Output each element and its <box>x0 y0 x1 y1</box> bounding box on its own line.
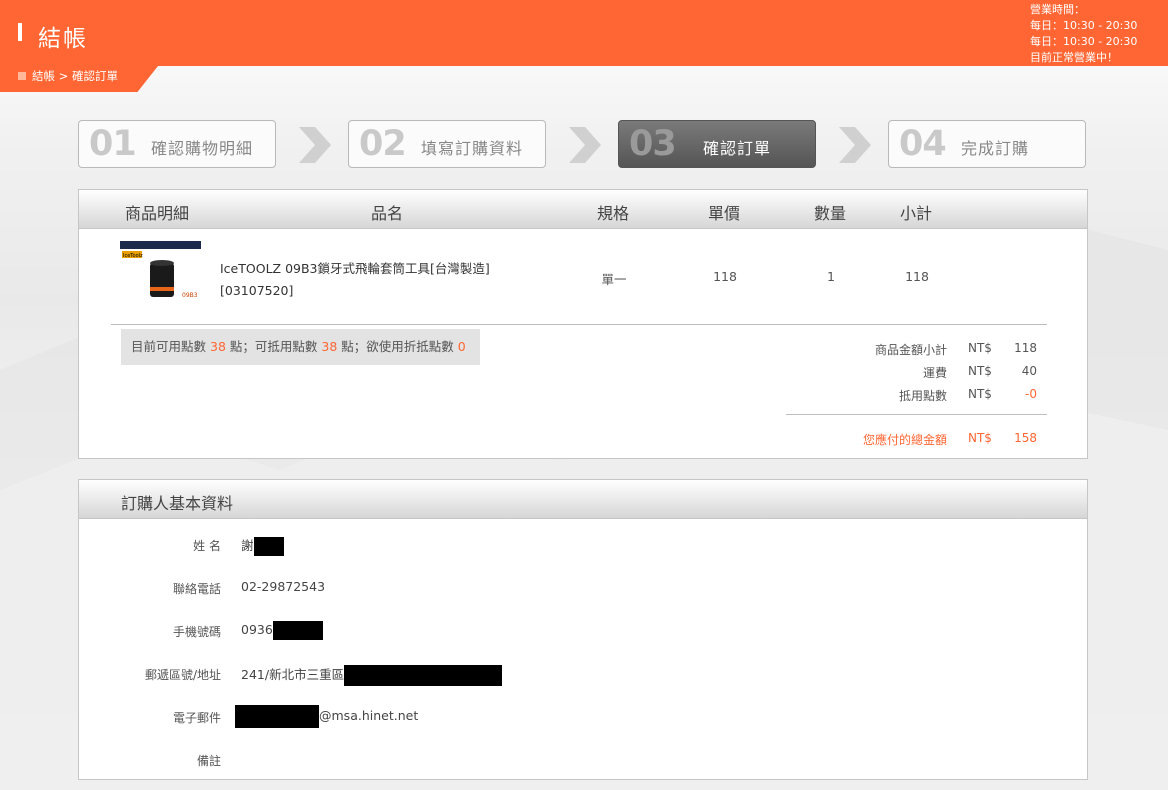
points-info: 目前可用點數 38 點；可抵用點數 38 點；欲使用折抵點數 0 <box>121 329 480 365</box>
product-name[interactable]: IceTOOLZ 09B3鎖牙式飛輪套筒工具[台灣製造] [03107520] <box>220 258 490 302</box>
currency: NT$ <box>968 431 992 445</box>
buyer-info-title: 訂購人基本資料 <box>121 494 234 513</box>
points-text: 目前可用點數 <box>131 339 207 354</box>
total-value: 158 <box>1014 431 1037 445</box>
shipping-value: 40 <box>1021 364 1037 378</box>
col-header-qty: 數量 <box>814 204 847 223</box>
mobile-value: 0936 <box>241 621 323 640</box>
product-image[interactable]: IceToolz 09B3 <box>120 241 201 308</box>
title-marker <box>18 23 22 41</box>
chevron-right-icon <box>839 127 871 163</box>
currency: NT$ <box>968 364 992 378</box>
product-price: 118 <box>713 269 737 284</box>
name-value: 謝 <box>241 535 284 556</box>
redacted-block <box>235 705 319 728</box>
col-header-price: 單價 <box>708 204 741 223</box>
note-label: 備註 <box>196 754 221 768</box>
currency: NT$ <box>968 387 992 401</box>
row-divider <box>111 324 1047 325</box>
step-label: 填寫訂購資料 <box>421 139 524 158</box>
product-quantity: 1 <box>827 269 835 284</box>
order-table-header: 商品明細 品名 規格 單價 數量 小計 <box>79 190 1087 229</box>
address-value: 241/新北市三重區 <box>241 664 503 686</box>
step-2: 02 填寫訂購資料 <box>348 120 546 168</box>
points-discount-value: -0 <box>1025 387 1037 401</box>
col-header-name: 品名 <box>371 204 404 223</box>
name-text: 謝 <box>241 538 254 553</box>
business-hours: 營業時間： 每日：10:30 - 20:30 每日：10:30 - 20:30 … <box>1030 2 1137 66</box>
used-points: 0 <box>457 339 466 354</box>
chevron-right-icon <box>299 127 331 163</box>
mobile-label: 手機號碼 <box>172 625 221 639</box>
shipping-label: 運費 <box>922 366 947 380</box>
address-text: 241/新北市三重區 <box>241 667 345 682</box>
hours-line: 每日：10:30 - 20:30 <box>1030 19 1138 32</box>
col-header-detail: 商品明細 <box>125 204 190 223</box>
product-title[interactable]: IceTOOLZ 09B3鎖牙式飛輪套筒工具[台灣製造] <box>220 258 490 280</box>
step-1: 01 確認購物明細 <box>78 120 276 168</box>
step-label: 確認購物明細 <box>151 139 254 158</box>
page-header: 結帳 <box>0 0 1168 66</box>
step-number: 01 <box>89 124 137 164</box>
available-points: 38 <box>210 339 226 354</box>
hours-line: 每日：10:30 - 20:30 <box>1030 35 1138 48</box>
hours-status: 目前正常營業中！ <box>1030 51 1118 64</box>
hours-label: 營業時間： <box>1030 3 1085 16</box>
buyer-info-panel: 訂購人基本資料 姓 名 謝 聯絡電話 02-29872543 手機號碼 0936… <box>78 479 1088 780</box>
step-number: 04 <box>899 124 947 164</box>
product-brand-text: IceToolz <box>123 253 143 259</box>
redeemable-points: 38 <box>321 339 338 354</box>
email-label: 電子郵件 <box>172 711 221 725</box>
product-code: [03107520] <box>220 283 294 298</box>
chevron-right-icon <box>569 127 601 163</box>
product-spec: 單一 <box>601 272 627 287</box>
redacted-block <box>253 537 284 556</box>
product-subtotal: 118 <box>905 269 929 284</box>
buyer-info-header: 訂購人基本資料 <box>79 480 1087 519</box>
step-number: 02 <box>359 124 407 164</box>
product-code-text: 09B3 <box>182 292 198 299</box>
summary-divider <box>786 414 1047 415</box>
name-label: 姓 名 <box>193 539 221 553</box>
email-value: @msa.hinet.net <box>235 705 418 728</box>
phone-value: 02-29872543 <box>241 579 326 594</box>
col-header-subtotal: 小計 <box>900 204 933 223</box>
order-detail-panel: 商品明細 品名 規格 單價 數量 小計 IceToolz 09B3 IceTOO… <box>78 189 1088 459</box>
step-label: 確認訂單 <box>703 139 772 158</box>
points-discount-label: 抵用點數 <box>898 389 947 403</box>
breadcrumb-text[interactable]: 結帳 > 確認訂單 <box>32 68 118 84</box>
step-number: 03 <box>629 124 677 164</box>
total-label: 您應付的總金額 <box>862 433 947 447</box>
step-4: 04 完成訂購 <box>888 120 1086 168</box>
step-3-active: 03 確認訂單 <box>618 120 816 168</box>
breadcrumb: 結帳 > 確認訂單 <box>18 68 118 84</box>
col-header-spec: 規格 <box>597 204 630 223</box>
redacted-block <box>344 665 503 686</box>
step-label: 完成訂購 <box>961 139 1030 158</box>
address-label: 郵遞區號/地址 <box>144 668 221 682</box>
square-icon <box>18 72 26 80</box>
phone-label: 聯絡電話 <box>172 582 221 596</box>
mobile-text: 0936 <box>241 622 273 637</box>
page-title: 結帳 <box>38 26 88 52</box>
points-text: 點；欲使用折抵點數 <box>341 339 454 354</box>
subtotal-label: 商品金額小計 <box>874 343 947 357</box>
subtotal-value: 118 <box>1014 341 1037 355</box>
points-text: 點；可抵用點數 <box>229 339 318 354</box>
redacted-block <box>272 621 323 640</box>
currency: NT$ <box>968 341 992 355</box>
email-text: @msa.hinet.net <box>319 708 419 723</box>
